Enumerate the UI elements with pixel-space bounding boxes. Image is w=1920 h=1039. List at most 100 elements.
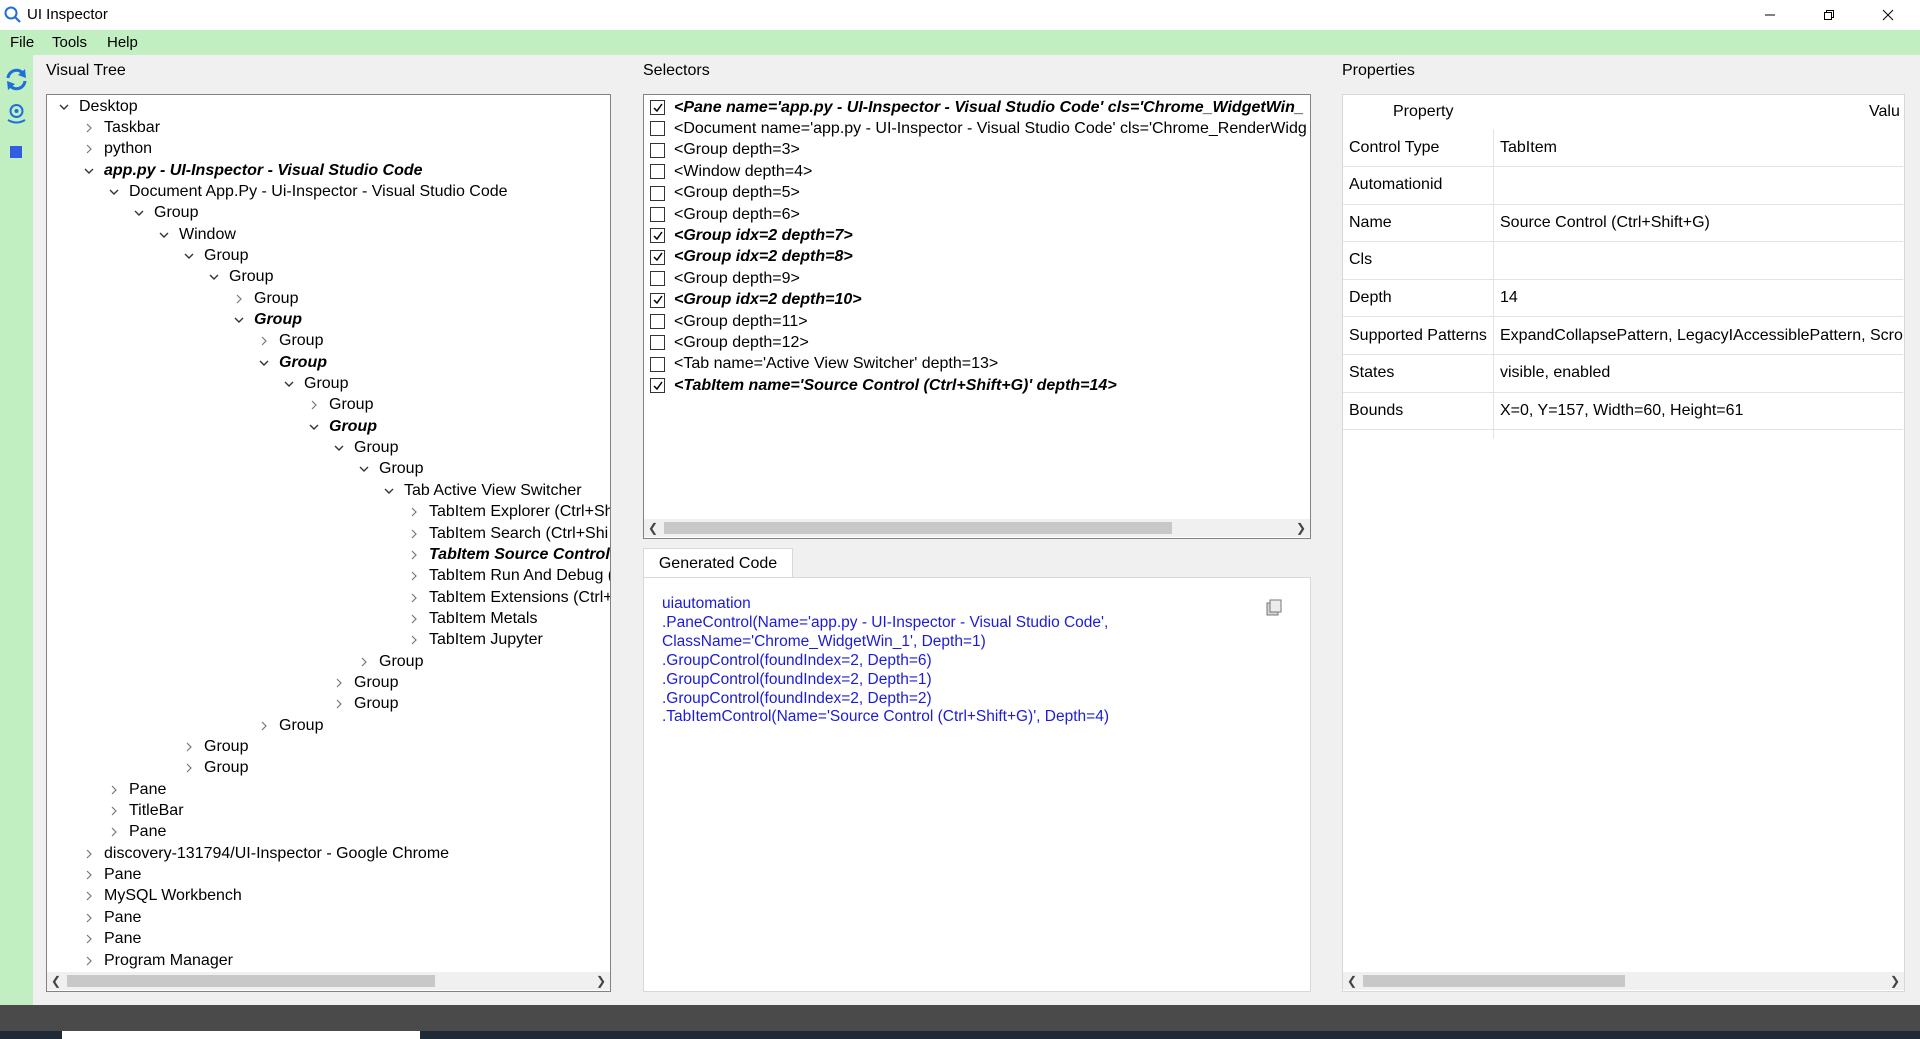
selectors-hscrollbar[interactable]: ❮ ❯: [644, 519, 1310, 537]
tree-node[interactable]: discovery-131794/UI-Inspector - Google C…: [80, 843, 449, 864]
properties-hscrollbar[interactable]: ❮ ❯: [1343, 972, 1904, 990]
property-row[interactable]: Cls: [1343, 242, 1903, 280]
chevron-right-icon[interactable]: [80, 119, 98, 137]
scroll-right-icon[interactable]: ❯: [592, 972, 610, 990]
tree-node[interactable]: python: [80, 139, 152, 160]
selector-checkbox[interactable]: [650, 100, 665, 115]
scrollbar-thumb[interactable]: [1363, 975, 1625, 987]
scroll-left-icon[interactable]: ❮: [1343, 972, 1361, 990]
chevron-down-icon[interactable]: [105, 183, 123, 201]
chevron-down-icon[interactable]: [80, 162, 98, 180]
tree-node[interactable]: TabItem Run And Debug (: [405, 566, 610, 587]
chevron-right-icon[interactable]: [80, 952, 98, 970]
tree-node[interactable]: Group: [255, 715, 323, 736]
tree-node[interactable]: Tab Active View Switcher: [380, 480, 582, 501]
tree-node[interactable]: Taskbar: [80, 117, 160, 138]
chevron-down-icon[interactable]: [280, 375, 298, 393]
chevron-down-icon[interactable]: [55, 98, 73, 116]
chevron-down-icon[interactable]: [255, 354, 273, 372]
chevron-right-icon[interactable]: [105, 802, 123, 820]
tree-node[interactable]: TabItem Jupyter: [405, 630, 543, 651]
tree-node[interactable]: Group: [355, 651, 423, 672]
chevron-right-icon[interactable]: [405, 546, 423, 564]
chevron-down-icon[interactable]: [305, 418, 323, 436]
tree-node[interactable]: Group: [355, 459, 423, 480]
chevron-down-icon[interactable]: [180, 247, 198, 265]
tree-node[interactable]: Program Manager: [80, 950, 233, 970]
chevron-right-icon[interactable]: [405, 631, 423, 649]
selector-checkbox[interactable]: [650, 314, 665, 329]
chevron-right-icon[interactable]: [405, 610, 423, 628]
chevron-down-icon[interactable]: [230, 311, 248, 329]
tree-node[interactable]: Group: [255, 331, 323, 352]
tree-node[interactable]: Group: [230, 310, 302, 331]
chevron-right-icon[interactable]: [405, 567, 423, 585]
chevron-right-icon[interactable]: [80, 887, 98, 905]
tree-node[interactable]: Group: [230, 288, 298, 309]
tree-node[interactable]: app.py - UI-Inspector - Visual Studio Co…: [80, 160, 423, 181]
property-row[interactable]: States visible, enabled: [1343, 355, 1903, 393]
tree-node[interactable]: Group: [330, 672, 398, 693]
chevron-right-icon[interactable]: [305, 396, 323, 414]
close-button[interactable]: [1859, 0, 1916, 30]
chevron-right-icon[interactable]: [355, 653, 373, 671]
selector-checkbox[interactable]: [650, 228, 665, 244]
scroll-left-icon[interactable]: ❮: [47, 972, 65, 990]
chevron-down-icon[interactable]: [330, 439, 348, 457]
tree-node[interactable]: Group: [180, 737, 248, 758]
chevron-down-icon[interactable]: [205, 268, 223, 286]
selector-checkbox[interactable]: [650, 249, 665, 265]
chevron-right-icon[interactable]: [80, 140, 98, 158]
taskbar-search-box[interactable]: [62, 1031, 420, 1039]
tree-node[interactable]: Group: [330, 438, 398, 459]
menu-tools[interactable]: Tools: [52, 34, 87, 51]
tree-node[interactable]: TitleBar: [105, 801, 184, 822]
copy-button[interactable]: [1264, 598, 1284, 618]
tree-node[interactable]: Group: [280, 374, 348, 395]
tab-generated-code[interactable]: Generated Code: [643, 548, 793, 578]
minimize-button[interactable]: [1741, 0, 1798, 30]
tree-node[interactable]: Group: [255, 352, 327, 373]
property-row[interactable]: Name Source Control (Ctrl+Shift+G): [1343, 204, 1903, 243]
tree-node[interactable]: Pane: [105, 822, 166, 843]
property-column-header[interactable]: Property: [1393, 103, 1453, 121]
property-row[interactable]: Automationid: [1343, 167, 1903, 205]
scroll-right-icon[interactable]: ❯: [1886, 972, 1904, 990]
menu-file[interactable]: File: [10, 34, 34, 51]
tree-node[interactable]: TabItem Explorer (Ctrl+Sh: [405, 502, 610, 523]
scroll-left-icon[interactable]: ❮: [644, 519, 662, 537]
chevron-right-icon[interactable]: [255, 332, 273, 350]
chevron-down-icon[interactable]: [130, 204, 148, 222]
selector-checkbox[interactable]: [650, 207, 665, 222]
tree-node[interactable]: Pane: [105, 779, 166, 800]
tree-node[interactable]: Desktop: [55, 96, 138, 117]
chevron-right-icon[interactable]: [105, 781, 123, 799]
scroll-right-icon[interactable]: ❯: [1292, 519, 1310, 537]
generated-code-text[interactable]: uiautomation .PaneControl(Name='app.py - …: [662, 595, 1262, 735]
chevron-right-icon[interactable]: [80, 845, 98, 863]
tree-node[interactable]: Group: [180, 245, 248, 266]
selector-checkbox[interactable]: [650, 356, 665, 372]
tree-node[interactable]: Window: [155, 224, 236, 245]
locate-button[interactable]: [4, 101, 29, 126]
property-row[interactable]: Depth 14: [1343, 279, 1903, 318]
chevron-down-icon[interactable]: [380, 482, 398, 500]
selector-checkbox[interactable]: [650, 121, 665, 137]
highlight-button[interactable]: [4, 140, 29, 165]
tree-node[interactable]: TabItem Source Control: [405, 544, 610, 565]
tree-node[interactable]: Group: [330, 694, 398, 715]
tree-node[interactable]: Pane: [80, 929, 141, 950]
property-row[interactable]: Control Type TabItem: [1343, 129, 1903, 167]
tree-node[interactable]: Group: [305, 395, 373, 416]
selector-checkbox[interactable]: [650, 378, 665, 394]
chevron-right-icon[interactable]: [80, 930, 98, 948]
tree-node[interactable]: Group: [130, 203, 198, 224]
tree-node[interactable]: Document App.Py - Ui-Inspector - Visual …: [105, 181, 508, 202]
chevron-right-icon[interactable]: [180, 738, 198, 756]
tree-node[interactable]: TabItem Metals: [405, 608, 537, 629]
chevron-right-icon[interactable]: [405, 589, 423, 607]
visual-tree-hscrollbar[interactable]: ❮ ❯: [47, 972, 610, 990]
scrollbar-thumb[interactable]: [664, 522, 1172, 534]
property-row[interactable]: Supported Patterns ExpandCollapsePattern,…: [1343, 317, 1903, 355]
chevron-right-icon[interactable]: [80, 909, 98, 927]
